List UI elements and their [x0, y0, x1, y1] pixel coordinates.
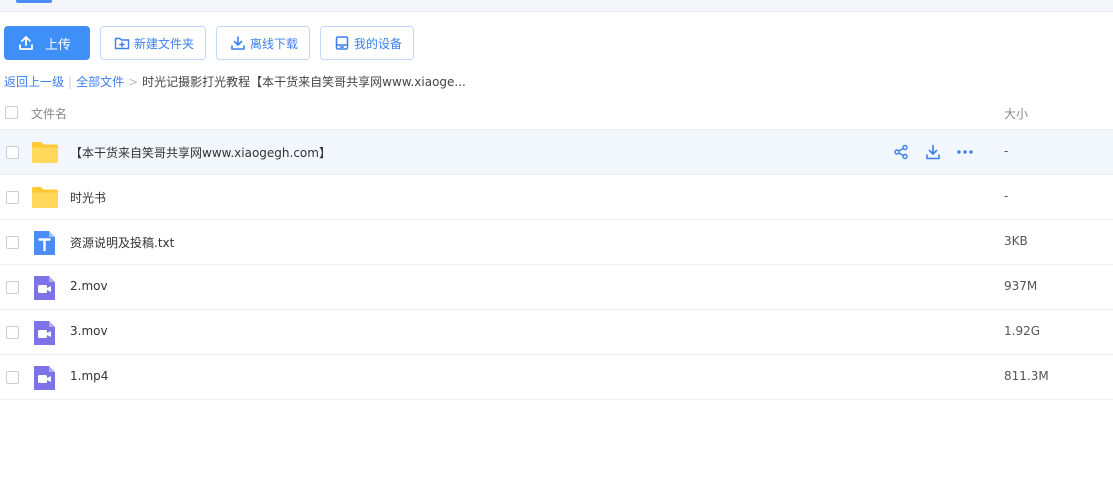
toolbar: 上传 新建文件夹 离线下载 我的设备 — [4, 26, 415, 60]
breadcrumb-divider: | — [68, 74, 73, 89]
file-row[interactable]: 【本干货来自笑哥共享网www.xiaogegh.com】 - — [0, 130, 1113, 175]
file-name[interactable]: 资源说明及投稿.txt — [70, 234, 174, 251]
video-file-icon — [31, 320, 59, 345]
text-file-icon — [31, 230, 59, 255]
file-size: 1.92G — [1004, 324, 1041, 338]
file-row[interactable]: 2.mov 937M — [0, 265, 1113, 310]
video-file-icon — [31, 275, 59, 300]
breadcrumb: 返回上一级 | 全部文件 > 时光记摄影打光教程【本干货来自笑哥共享网www.x… — [4, 73, 466, 90]
row-download-icon[interactable] — [924, 143, 942, 161]
row-checkbox[interactable] — [6, 236, 19, 249]
all-files-link[interactable]: 全部文件 — [76, 73, 124, 90]
file-row[interactable]: 3.mov 1.92G — [0, 310, 1113, 355]
file-row[interactable]: 1.mp4 811.3M — [0, 355, 1113, 400]
my-devices-label: 我的设备 — [354, 36, 403, 51]
row-checkbox[interactable] — [6, 326, 19, 339]
file-name[interactable]: 2.mov — [70, 279, 108, 293]
select-all-checkbox[interactable] — [5, 106, 18, 119]
breadcrumb-separator: > — [128, 74, 139, 89]
file-size: 3KB — [1004, 234, 1028, 248]
row-checkbox[interactable] — [6, 371, 19, 384]
file-name[interactable]: 【本干货来自笑哥共享网www.xiaogegh.com】 — [70, 144, 331, 161]
my-devices-button[interactable]: 我的设备 — [320, 26, 415, 60]
file-list: 【本干货来自笑哥共享网www.xiaogegh.com】 - 时光书 - 资源说… — [0, 130, 1113, 400]
row-checkbox[interactable] — [6, 191, 19, 204]
video-file-icon — [31, 365, 59, 390]
device-icon — [333, 34, 351, 52]
upload-button-label: 上传 — [45, 37, 72, 53]
file-list-header: 文件名 大小 — [0, 94, 1113, 130]
folder-icon — [31, 185, 59, 209]
file-size: - — [1004, 144, 1009, 158]
row-checkbox[interactable] — [6, 281, 19, 294]
upload-icon — [17, 34, 35, 52]
file-name[interactable]: 1.mp4 — [70, 369, 108, 383]
offline-download-label: 离线下载 — [250, 36, 299, 51]
more-icon[interactable] — [956, 143, 974, 161]
new-folder-icon — [113, 34, 131, 52]
file-name[interactable]: 时光书 — [70, 189, 106, 206]
file-size: 937M — [1004, 279, 1038, 293]
file-name[interactable]: 3.mov — [70, 324, 108, 338]
file-row[interactable]: 资源说明及投稿.txt 3KB — [0, 220, 1113, 265]
new-folder-button[interactable]: 新建文件夹 — [100, 26, 207, 60]
file-size: 811.3M — [1004, 369, 1049, 383]
column-header-name[interactable]: 文件名 — [31, 105, 67, 122]
row-checkbox[interactable] — [6, 146, 19, 159]
share-icon[interactable] — [892, 143, 910, 161]
active-tab-indicator — [16, 0, 52, 3]
download-icon — [229, 34, 247, 52]
upload-button[interactable]: 上传 — [4, 26, 90, 60]
file-row[interactable]: 时光书 - — [0, 175, 1113, 220]
new-folder-label: 新建文件夹 — [134, 36, 195, 51]
back-link[interactable]: 返回上一级 — [4, 73, 64, 90]
top-bar — [0, 0, 1113, 12]
offline-download-button[interactable]: 离线下载 — [216, 26, 311, 60]
file-size: - — [1004, 189, 1009, 203]
row-actions — [892, 143, 974, 161]
column-header-size[interactable]: 大小 — [1004, 105, 1028, 122]
breadcrumb-current: 时光记摄影打光教程【本干货来自笑哥共享网www.xiaoge... — [142, 75, 466, 89]
folder-icon — [31, 140, 59, 164]
